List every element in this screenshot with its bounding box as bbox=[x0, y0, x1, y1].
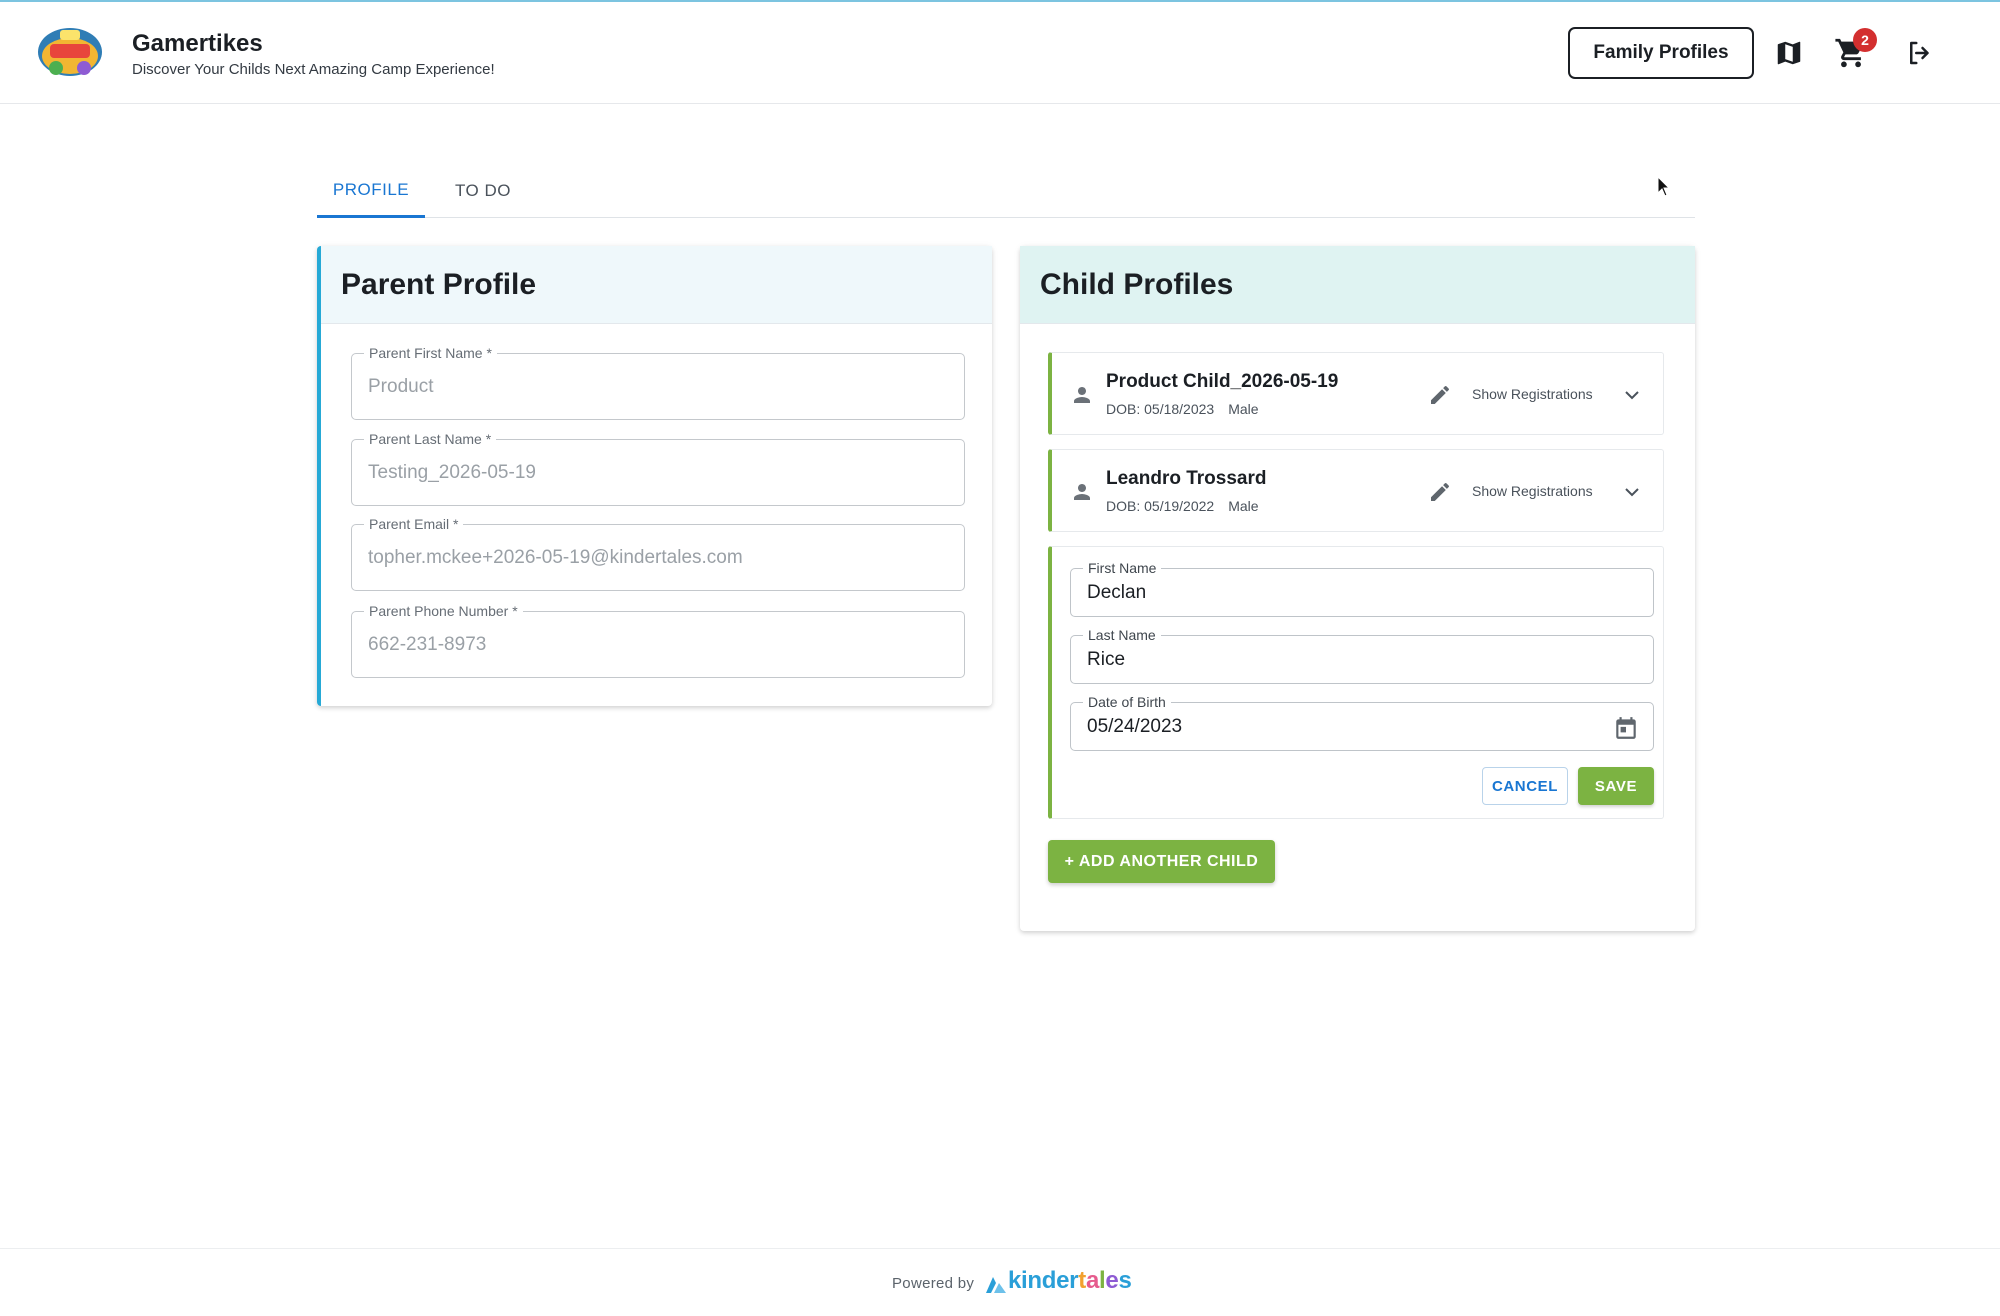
tab-to-do[interactable]: TO DO bbox=[441, 164, 525, 218]
parent-last-name-field[interactable]: Parent Last Name * Testing_2026-05-19 bbox=[351, 431, 965, 506]
camp-logo[interactable] bbox=[36, 22, 104, 78]
logout-icon[interactable] bbox=[1905, 38, 1935, 68]
child-gender: Male bbox=[1228, 498, 1259, 514]
parent-first-name-field[interactable]: Parent First Name * Product bbox=[351, 345, 965, 420]
field-value: Product bbox=[368, 375, 434, 397]
family-profiles-button[interactable]: Family Profiles bbox=[1568, 27, 1754, 79]
last-name-field[interactable]: Last Name Rice bbox=[1070, 627, 1654, 684]
person-icon bbox=[1074, 484, 1090, 500]
parent-profile-card: Parent Profile Parent First Name * Produ… bbox=[317, 246, 992, 706]
show-registrations-toggle[interactable]: Show Registrations bbox=[1472, 483, 1593, 499]
cancel-button[interactable]: CANCEL bbox=[1482, 767, 1568, 805]
tab-profile[interactable]: PROFILE bbox=[317, 164, 425, 218]
parent-phone-field[interactable]: Parent Phone Number * 662-231-8973 bbox=[351, 603, 965, 678]
field-value: Testing_2026-05-19 bbox=[368, 461, 536, 483]
page-footer: Powered by kindertales bbox=[0, 1248, 2000, 1316]
field-value: 662-231-8973 bbox=[368, 633, 487, 655]
show-registrations-toggle[interactable]: Show Registrations bbox=[1472, 386, 1593, 402]
kindertales-brand-link[interactable]: kindertales bbox=[1008, 1267, 1132, 1295]
child-entry: Leandro Trossard DOB: 05/19/2022 Male Sho… bbox=[1048, 449, 1664, 532]
person-icon bbox=[1074, 387, 1090, 403]
map-icon[interactable] bbox=[1774, 38, 1804, 68]
child-gender: Male bbox=[1228, 401, 1259, 417]
edit-pencil-icon[interactable] bbox=[1428, 480, 1452, 504]
field-value: Declan bbox=[1087, 581, 1147, 603]
child-entry: Product Child_2026-05-19 DOB: 05/18/2023… bbox=[1048, 352, 1664, 435]
chevron-down-icon[interactable] bbox=[1620, 480, 1644, 504]
child-profiles-title: Child Profiles bbox=[1020, 246, 1695, 324]
child-name: Leandro Trossard bbox=[1106, 468, 1267, 489]
field-value: 05/24/2023 bbox=[1087, 715, 1183, 737]
app-tagline: Discover Your Childs Next Amazing Camp E… bbox=[132, 61, 495, 78]
date-of-birth-field[interactable]: Date of Birth 05/24/2023 bbox=[1070, 694, 1654, 751]
child-dob: DOB: 05/19/2022 bbox=[1106, 498, 1215, 514]
cart-count-badge: 2 bbox=[1853, 28, 1877, 52]
field-value: Rice bbox=[1087, 648, 1126, 670]
child-meta: DOB: 05/18/2023 Male bbox=[1106, 401, 1259, 417]
mouse-pointer-icon bbox=[1657, 176, 1671, 197]
edit-pencil-icon[interactable] bbox=[1428, 383, 1452, 407]
save-button[interactable]: SAVE bbox=[1578, 767, 1654, 805]
child-dob: DOB: 05/18/2023 bbox=[1106, 401, 1215, 417]
powered-by-text: Powered by bbox=[892, 1275, 975, 1292]
new-child-form: First Name Declan Last Name Rice Date of… bbox=[1048, 546, 1664, 819]
add-another-child-button[interactable]: + ADD ANOTHER CHILD bbox=[1048, 840, 1275, 883]
calendar-icon[interactable] bbox=[1613, 715, 1639, 741]
profile-tabs: PROFILE TO DO bbox=[317, 164, 1695, 218]
child-name: Product Child_2026-05-19 bbox=[1106, 371, 1339, 392]
kindertales-logo-icon bbox=[986, 1277, 1006, 1293]
field-value: topher.mckee+2026-05-19@kindertales.com bbox=[368, 546, 743, 568]
first-name-field[interactable]: First Name Declan bbox=[1070, 560, 1654, 617]
parent-email-field[interactable]: Parent Email * topher.mckee+2026-05-19@k… bbox=[351, 516, 965, 591]
parent-profile-title: Parent Profile bbox=[321, 246, 992, 324]
child-profiles-card: Child Profiles Product Child_2026-05-19 … bbox=[1020, 246, 1695, 931]
child-meta: DOB: 05/19/2022 Male bbox=[1106, 498, 1259, 514]
app-header: Gamertikes Discover Your Childs Next Ama… bbox=[0, 2, 2000, 104]
chevron-down-icon[interactable] bbox=[1620, 383, 1644, 407]
app-title: Gamertikes bbox=[132, 30, 263, 57]
